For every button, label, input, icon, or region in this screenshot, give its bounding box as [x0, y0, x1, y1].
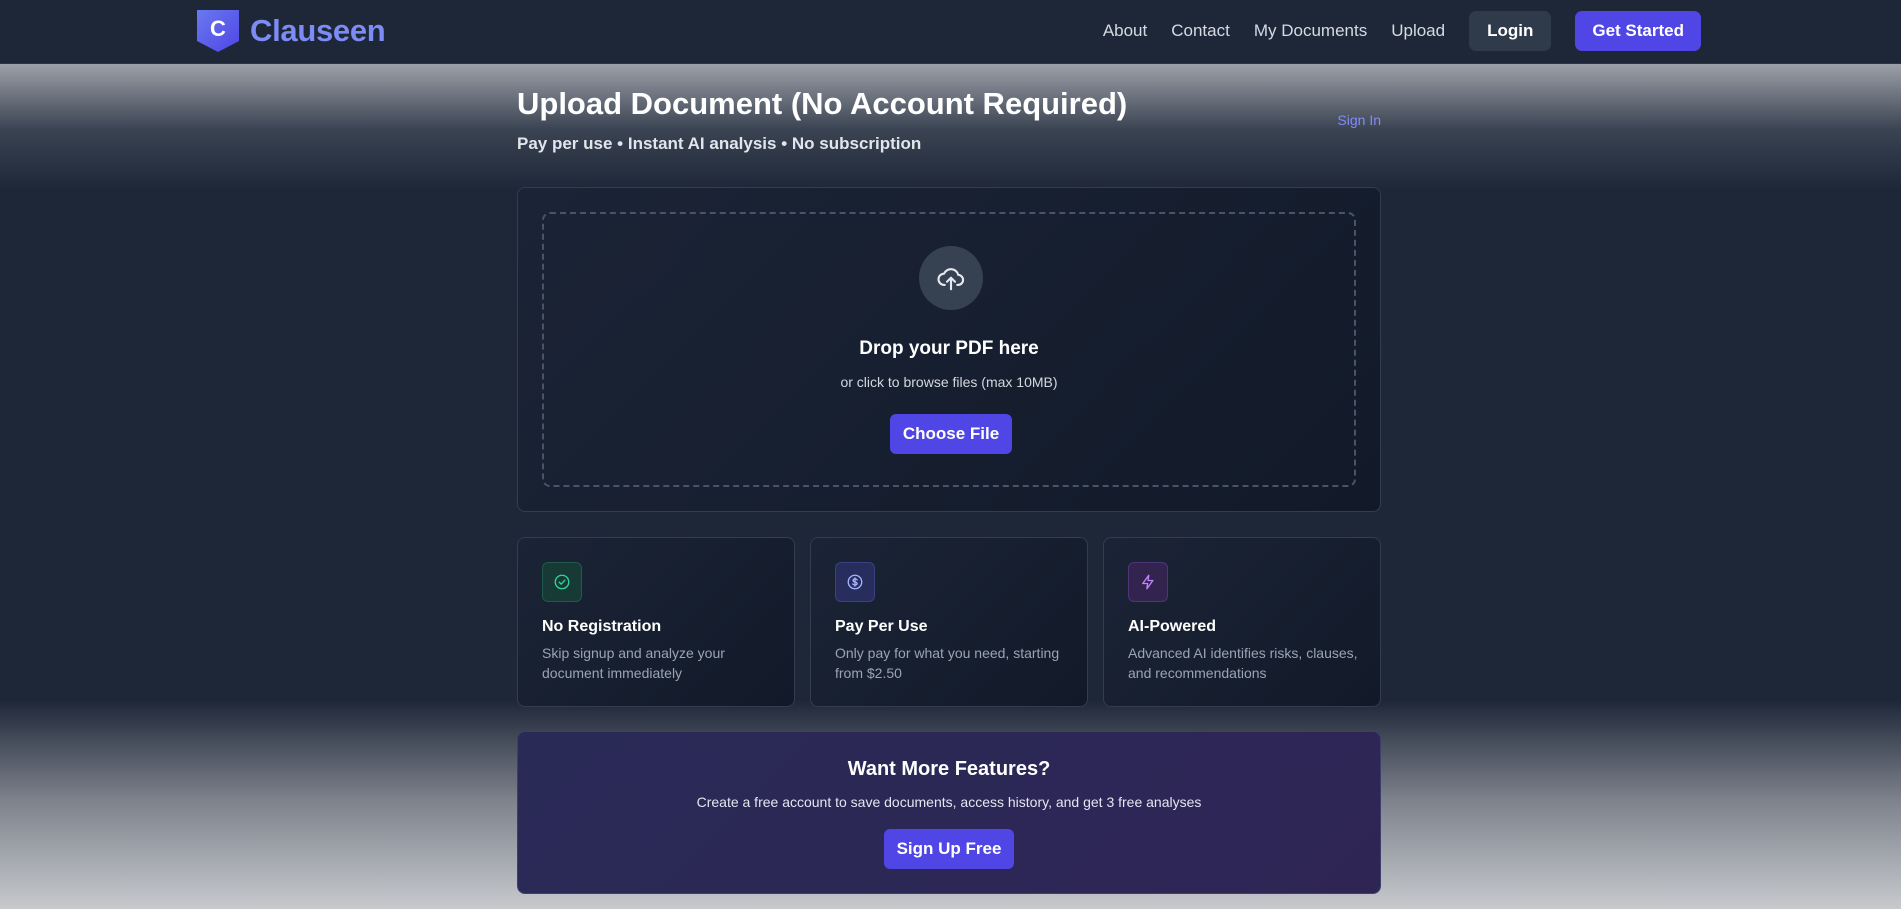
dollar-circle-icon [835, 562, 875, 602]
upload-card: Drop your PDF here or click to browse fi… [517, 187, 1381, 512]
shield-icon: C [196, 9, 240, 53]
choose-file-button[interactable]: Choose File [890, 414, 1012, 454]
feature-description: Only pay for what you need, starting fro… [835, 645, 1060, 681]
nav-link-my-documents[interactable]: My Documents [1254, 21, 1367, 41]
nav-link-about[interactable]: About [1103, 21, 1147, 41]
top-navbar: C Clauseen About Contact My Documents Up… [0, 0, 1901, 64]
cloud-upload-icon [919, 246, 983, 310]
lightning-icon [1128, 562, 1168, 602]
page-title: Upload Document (No Account Required) [517, 86, 1128, 121]
feature-card-pay-per-use: Pay Per Use Only pay for what you need, … [810, 537, 1088, 707]
sign-in-link[interactable]: Sign In [1337, 112, 1381, 128]
cta-description: Create a free account to save documents,… [696, 794, 1202, 810]
feature-description: Skip signup and analyze your document im… [542, 645, 725, 681]
signup-cta-card: Want More Features? Create a free accoun… [517, 731, 1381, 894]
cta-title: Want More Features? [847, 758, 1051, 780]
nav-link-upload[interactable]: Upload [1391, 21, 1445, 41]
nav-links: About Contact My Documents Upload Login … [1103, 11, 1701, 51]
dropzone-subtitle: or click to browse files (max 10MB) [840, 374, 1058, 390]
feature-title: No Registration [542, 618, 662, 635]
feature-title: Pay Per Use [835, 618, 928, 635]
page-subtitle: Pay per use • Instant AI analysis • No s… [517, 134, 922, 153]
file-dropzone[interactable]: Drop your PDF here or click to browse fi… [542, 212, 1356, 487]
sign-up-free-button[interactable]: Sign Up Free [884, 829, 1014, 869]
nav-link-contact[interactable]: Contact [1171, 21, 1230, 41]
feature-description: Advanced AI identifies risks, clauses, a… [1128, 645, 1358, 681]
feature-card-no-registration: No Registration Skip signup and analyze … [517, 537, 795, 707]
features-grid: No Registration Skip signup and analyze … [517, 537, 1381, 707]
get-started-button[interactable]: Get Started [1575, 11, 1701, 51]
login-button[interactable]: Login [1469, 11, 1552, 51]
feature-title: AI-Powered [1128, 618, 1217, 635]
dropzone-title: Drop your PDF here [859, 338, 1039, 359]
brand-name: Clauseen [250, 13, 386, 48]
brand-letter: C [210, 16, 226, 41]
check-circle-icon [542, 562, 582, 602]
feature-card-ai-powered: AI-Powered Advanced AI identifies risks,… [1103, 537, 1381, 707]
brand-logo-link[interactable]: C Clauseen [196, 9, 386, 53]
